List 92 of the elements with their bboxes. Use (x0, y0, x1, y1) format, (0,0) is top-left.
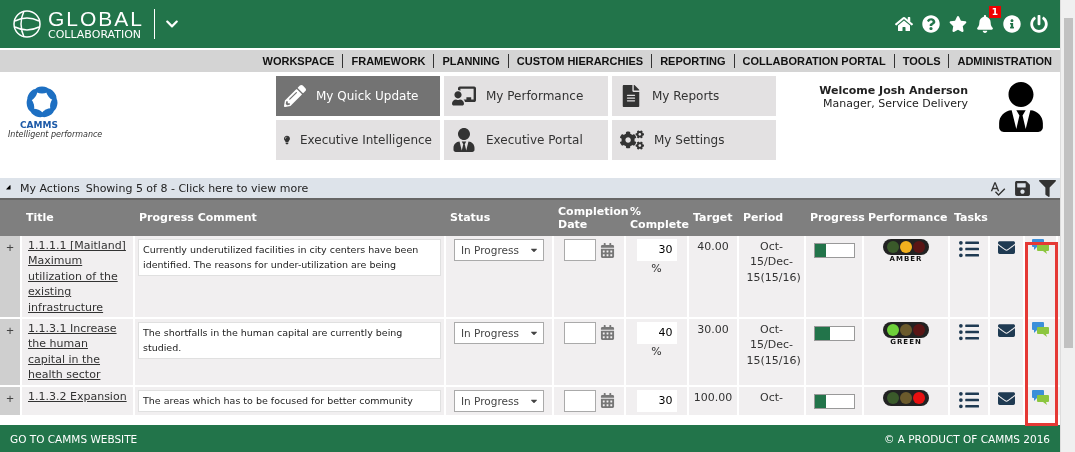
welcome-text: Welcome Josh Anderson (819, 84, 968, 97)
column-header: Target (692, 211, 734, 225)
date-field[interactable] (563, 389, 596, 412)
column-header: Status (449, 211, 492, 225)
nav-link[interactable]: TOOLS (893, 54, 949, 68)
user-role: Manager, Service Delivery (822, 97, 968, 110)
quick-link-tile[interactable]: Executive Intelligence (276, 120, 440, 160)
action-title-link[interactable]: 1.1.1.1 [Maitland] Maximum utilization of the existing infrastructure (22, 236, 133, 317)
brand-name: CAMMS (20, 120, 58, 130)
column-header: % Complete (629, 204, 689, 232)
column-header: Progress Comment (138, 211, 258, 225)
column-header: Title (25, 211, 55, 225)
traffic-light-icon (883, 389, 929, 406)
expand-button[interactable]: + (6, 236, 14, 258)
status-dropdown[interactable]: In Progress (454, 239, 544, 261)
logo-subtitle: COLLABORATION (48, 29, 143, 40)
nav-link[interactable]: REPORTING (651, 54, 734, 68)
mail-icon[interactable] (998, 239, 1015, 256)
nav-link[interactable]: WORKSPACE (254, 54, 343, 68)
comment-field[interactable]: The shortfalls in the human capital are currently being studied. (138, 321, 441, 360)
status-dropdown[interactable]: In Progress (454, 389, 544, 412)
chat-bubbles-icon[interactable] (1031, 239, 1050, 255)
mail-icon[interactable] (998, 321, 1015, 339)
column-header: Performance (867, 211, 949, 225)
status-dropdown[interactable]: In Progress (454, 321, 544, 344)
bell-icon[interactable] (976, 15, 994, 33)
gears-icon (620, 128, 644, 152)
brand-tagline: Intelligent performance (8, 130, 103, 139)
traffic-light-icon (883, 321, 929, 338)
website-link[interactable]: GO TO CAMMS WEBSITE (10, 432, 138, 445)
task-list-icon[interactable] (959, 389, 979, 410)
view-more-link[interactable]: Showing 5 of 8 - Click here to view more (85, 181, 309, 195)
globe-logo-icon (12, 9, 42, 39)
column-header: Completion Date (557, 204, 626, 232)
businessman-icon (452, 128, 476, 152)
document-icon (620, 85, 642, 107)
nav-link[interactable]: PLANNING (433, 54, 508, 68)
quick-link-tile[interactable]: My Quick Update (276, 76, 440, 116)
user-avatar-icon (996, 82, 1046, 132)
spellcheck-icon[interactable] (989, 179, 1006, 197)
date-field[interactable] (563, 239, 596, 261)
progress-bar (813, 243, 855, 258)
info-icon[interactable] (1003, 15, 1021, 33)
power-icon[interactable] (1030, 15, 1048, 33)
percent-field[interactable]: 40 (636, 321, 677, 344)
chat-bubbles-icon[interactable] (1031, 389, 1050, 406)
target-value: 40.00 (697, 239, 729, 255)
notification-badge: 1 (988, 6, 1001, 18)
date-field[interactable] (563, 321, 596, 344)
column-header: Tasks (953, 211, 989, 225)
progress-bar (813, 325, 855, 341)
chat-bubbles-icon[interactable] (1031, 321, 1050, 338)
quick-link-tile[interactable]: My Performance (444, 76, 608, 116)
presentation-icon (452, 84, 476, 108)
expand-button[interactable]: + (6, 318, 14, 341)
help-icon[interactable] (922, 15, 940, 33)
copyright-text: © A PRODUCT OF CAMMS 2016 (883, 432, 1050, 445)
quick-link-tile[interactable]: My Settings (612, 120, 776, 160)
period-text: Oct- (759, 389, 784, 405)
percent-unit: % (651, 261, 662, 277)
percent-field[interactable]: 30 (636, 239, 677, 261)
traffic-light-icon (883, 239, 929, 255)
save-icon[interactable] (1014, 179, 1031, 197)
percent-unit: % (651, 343, 662, 360)
task-list-icon[interactable] (959, 321, 979, 342)
filter-icon[interactable] (1039, 179, 1056, 197)
scrollbar[interactable] (1060, 0, 1075, 452)
progress-bar (813, 393, 855, 409)
calendar-icon[interactable] (599, 393, 615, 408)
column-header: Period (742, 211, 785, 225)
calendar-icon[interactable] (599, 325, 615, 341)
nav-link[interactable]: COLLABORATION PORTAL (733, 54, 894, 68)
action-title-link[interactable]: 1.1.3.2 Expansion (22, 386, 133, 406)
home-icon[interactable] (895, 15, 913, 33)
action-title-link[interactable]: 1.1.3.1 Increase the human capital in the health sector (22, 318, 133, 385)
pencil-icon (284, 85, 306, 107)
mail-icon[interactable] (998, 389, 1015, 407)
nav-link[interactable]: FRAMEWORK (342, 54, 434, 68)
nav-link[interactable]: CUSTOM HIERARCHIES (507, 54, 652, 68)
quick-link-tile[interactable]: Executive Portal (444, 120, 608, 160)
percent-field[interactable]: 30 (636, 389, 677, 412)
comment-field[interactable]: Currently underutilized facilities in city centers have been identified. The reasons for under-utilization are being (138, 239, 441, 277)
comment-field[interactable]: The areas which has to be focused for better community (138, 389, 441, 413)
logo-title: GLOBAL (48, 8, 145, 29)
column-header: Progress (809, 211, 864, 225)
calendar-icon[interactable] (599, 242, 615, 258)
target-value: 100.00 (693, 389, 733, 405)
target-value: 30.00 (697, 321, 729, 338)
actions-title: My Actions (20, 181, 80, 195)
task-list-icon[interactable] (959, 239, 979, 259)
quick-link-tile[interactable]: My Reports (612, 76, 776, 116)
star-icon[interactable] (949, 15, 967, 33)
